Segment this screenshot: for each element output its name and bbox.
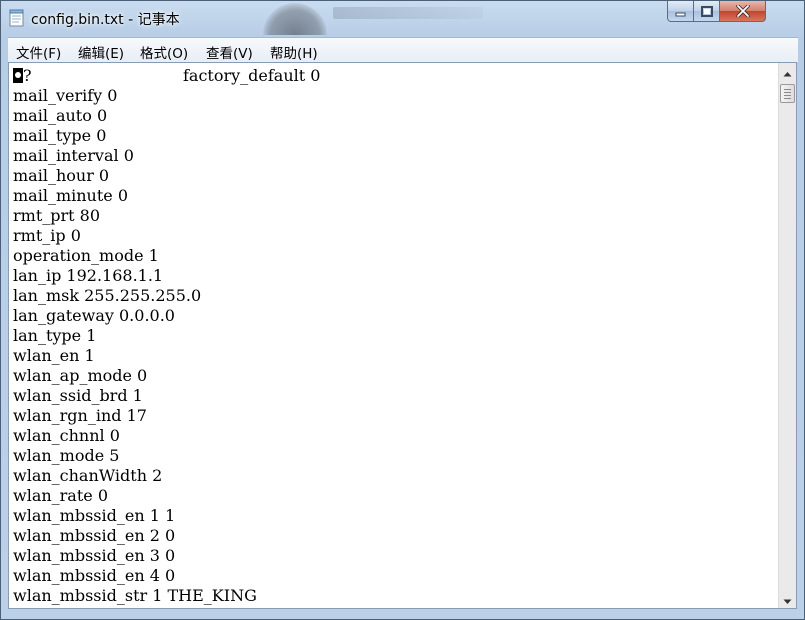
document-line: wlan_chanWidth 2	[13, 466, 163, 485]
close-button[interactable]	[719, 1, 766, 22]
document-line: wlan_mbssid_en 4 0	[13, 566, 176, 585]
text-editor[interactable]: ? factory_default 0 mail_verify 0 mail_aut…	[8, 62, 797, 609]
menu-file[interactable]: 文件(F)	[16, 42, 61, 62]
first-line-text: factory_default 0	[183, 66, 321, 85]
menu-help[interactable]: 帮助(H)	[270, 42, 318, 62]
document-line: mail_minute 0	[13, 186, 129, 205]
close-icon	[735, 2, 750, 21]
document-line: mail_auto 0	[13, 106, 108, 125]
scroll-up-arrow-icon	[783, 63, 792, 81]
title-bar[interactable]: config.bin.txt - 记事本	[1, 1, 804, 35]
document-line: rmt_prt 80	[13, 206, 101, 225]
background-window-artifact-text	[333, 7, 483, 19]
menu-format[interactable]: 格式(O)	[140, 42, 188, 62]
maximize-button[interactable]	[693, 1, 720, 22]
document-text[interactable]: ? factory_default 0 mail_verify 0 mail_aut…	[13, 66, 777, 606]
document-line: lan_msk 255.255.255.0	[13, 286, 202, 305]
document-line: lan_gateway 0.0.0.0	[13, 306, 175, 325]
document-line: lan_ip 192.168.1.1	[13, 266, 164, 285]
caption-buttons	[667, 1, 801, 23]
minimize-button[interactable]	[667, 1, 694, 22]
window-title: config.bin.txt - 记事本	[31, 12, 180, 28]
document-line: wlan_rate 0	[13, 486, 109, 505]
minimize-icon	[675, 2, 686, 21]
maximize-icon	[700, 2, 713, 21]
scroll-down-button[interactable]	[779, 591, 796, 608]
document-line: operation_mode 1	[13, 246, 159, 265]
scroll-up-button[interactable]	[779, 63, 796, 80]
document-line: mail_verify 0	[13, 86, 118, 105]
first-line-prefix: ?	[23, 66, 32, 85]
document-line: wlan_ssid_brd 1	[13, 386, 143, 405]
scrollbar-thumb[interactable]	[780, 84, 795, 103]
background-window-artifact	[263, 3, 327, 35]
document-line: mail_interval 0	[13, 146, 134, 165]
document-line: wlan_rgn_ind 17	[13, 406, 147, 425]
document-line: wlan_mbssid_en 2 0	[13, 526, 176, 545]
document-line: wlan_mbssid_en 3 0	[13, 546, 176, 565]
scroll-down-arrow-icon	[783, 590, 792, 608]
menu-edit[interactable]: 编辑(E)	[78, 42, 124, 62]
document-lines: mail_verify 0 mail_auto 0 mail_type 0 mail_…	[13, 86, 777, 606]
menu-bar: 文件(F) 编辑(E) 格式(O) 查看(V) 帮助(H)	[8, 37, 798, 62]
document-line: wlan_chnnl 0	[13, 426, 120, 445]
document-line: mail_type 0	[13, 126, 107, 145]
document-line: wlan_mode 5	[13, 446, 120, 465]
document-line: rmt_ip 0	[13, 226, 81, 245]
document-line: wlan_mbssid_str 1 THE_KING	[13, 586, 257, 605]
document-line-first: ? factory_default 0	[13, 66, 777, 86]
notepad-window: config.bin.txt - 记事本 文件(F) 编辑(E) 格式(O) 查…	[0, 0, 805, 620]
document-line: wlan_ap_mode 0	[13, 366, 148, 385]
document-line: wlan_en 1	[13, 346, 95, 365]
notepad-icon	[9, 9, 25, 27]
document-line: lan_type 1	[13, 326, 97, 345]
document-line: wlan_mbssid_en 1 1	[13, 506, 176, 525]
vertical-scrollbar[interactable]	[778, 63, 796, 608]
text-cursor-selection	[13, 68, 23, 83]
menu-view[interactable]: 查看(V)	[206, 42, 253, 62]
document-line: mail_hour 0	[13, 166, 110, 185]
